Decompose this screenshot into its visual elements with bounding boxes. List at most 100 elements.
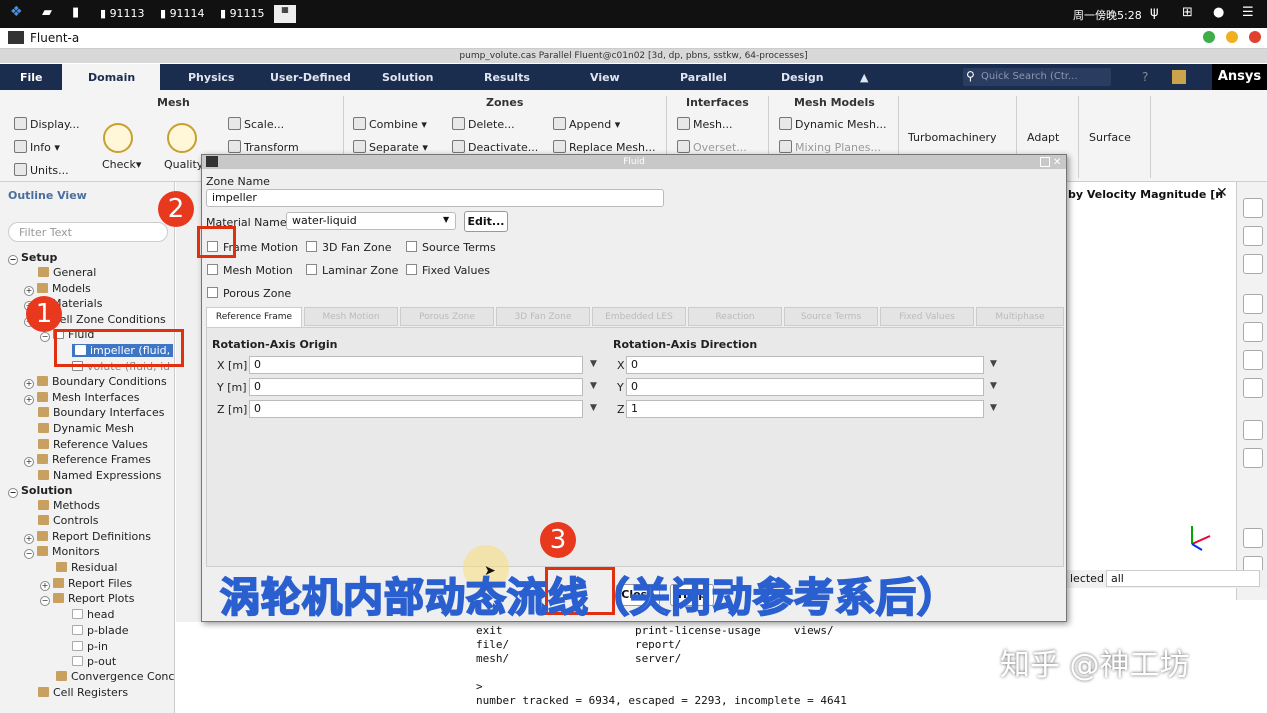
- tab-porous-zone[interactable]: Porous Zone: [400, 307, 494, 326]
- chevron-down-icon[interactable]: ▼: [590, 381, 600, 391]
- deactivate-button[interactable]: Deactivate...: [452, 140, 538, 154]
- tree-item-monitors[interactable]: − Monitors: [24, 545, 100, 559]
- laminar-zone-checkbox[interactable]: Laminar Zone: [306, 264, 398, 277]
- dynamic-mesh-button[interactable]: Dynamic Mesh...: [779, 117, 886, 131]
- tab-fixed-values[interactable]: Fixed Values: [880, 307, 974, 326]
- tree-item-p-in[interactable]: p-in: [72, 640, 108, 653]
- separate-button[interactable]: Separate ▾: [353, 140, 428, 154]
- tree-item-cell-registers[interactable]: Cell Registers: [38, 686, 128, 699]
- origin-z-input[interactable]: 0: [249, 400, 583, 418]
- tree-item-named-expressions[interactable]: Named Expressions: [38, 469, 161, 482]
- zone-name-input[interactable]: impeller: [206, 189, 664, 207]
- file-icon[interactable]: ▮: [72, 5, 79, 20]
- tab-design[interactable]: Design: [781, 71, 824, 84]
- tree-item-general[interactable]: General: [38, 266, 96, 279]
- tree-item-boundary-interfaces[interactable]: Boundary Interfaces: [38, 406, 164, 419]
- 3d-fan-zone-checkbox[interactable]: 3D Fan Zone: [306, 241, 392, 254]
- tab-physics[interactable]: Physics: [188, 71, 234, 84]
- selected-dropdown[interactable]: all: [1106, 570, 1260, 587]
- tree-item-boundary-conditions[interactable]: + Boundary Conditions: [24, 375, 167, 389]
- help-icon[interactable]: ?: [1142, 70, 1148, 84]
- combine-button[interactable]: Combine ▾: [353, 117, 427, 131]
- taskbar-item-2[interactable]: ▮ 91114: [160, 7, 205, 20]
- transform-button[interactable]: Transform: [228, 140, 299, 154]
- chevron-down-icon[interactable]: ▼: [990, 403, 1000, 413]
- delete-button[interactable]: Delete...: [452, 117, 515, 131]
- chevron-down-icon[interactable]: ▼: [590, 359, 600, 369]
- minimize-button[interactable]: [1203, 31, 1215, 43]
- start-menu-icon[interactable]: ❖: [10, 4, 23, 20]
- origin-x-input[interactable]: 0: [249, 356, 583, 374]
- close-window-button[interactable]: [1249, 31, 1261, 43]
- tree-item-report-plots[interactable]: − Report Plots: [40, 592, 134, 606]
- axes-icon[interactable]: [1243, 420, 1263, 440]
- tab-parallel[interactable]: Parallel: [680, 71, 727, 84]
- page-icon[interactable]: [1243, 528, 1263, 548]
- tab-results[interactable]: Results: [484, 71, 530, 84]
- edit-material-button[interactable]: Edit...: [464, 211, 508, 232]
- view-side-icon[interactable]: [1243, 226, 1263, 246]
- origin-y-input[interactable]: 0: [249, 378, 583, 396]
- tab-user-defined[interactable]: User-Defined: [270, 71, 351, 84]
- apps-grid-icon[interactable]: ⊞: [1182, 5, 1193, 20]
- tab-reaction[interactable]: Reaction: [688, 307, 782, 326]
- direction-y-input[interactable]: 0: [626, 378, 984, 396]
- tab-embedded-les[interactable]: Embedded LES: [592, 307, 686, 326]
- turbomachinery-group[interactable]: Turbomachinery: [908, 131, 997, 144]
- tree-item-solution[interactable]: − Solution: [8, 484, 73, 498]
- network-icon[interactable]: ψ: [1150, 5, 1159, 20]
- append-button[interactable]: Append ▾: [553, 117, 620, 131]
- direction-z-input[interactable]: 1: [626, 400, 984, 418]
- info-button[interactable]: Info ▾: [14, 140, 60, 154]
- tree-item-report-files[interactable]: + Report Files: [40, 577, 132, 591]
- undo-view-icon[interactable]: [1243, 378, 1263, 398]
- scale-button[interactable]: Scale...: [228, 117, 284, 131]
- tab-reference-frame[interactable]: Reference Frame: [206, 307, 302, 327]
- copy-view-icon[interactable]: [1243, 350, 1263, 370]
- direction-x-input[interactable]: 0: [626, 356, 984, 374]
- overset-button[interactable]: Overset...: [677, 140, 747, 154]
- material-dropdown[interactable]: water-liquid ▼: [286, 212, 456, 230]
- display-button[interactable]: Display...: [14, 117, 79, 131]
- check-button[interactable]: Check▾: [102, 158, 141, 171]
- tab-file[interactable]: File: [20, 71, 43, 84]
- fixed-values-checkbox[interactable]: Fixed Values: [406, 264, 490, 277]
- dialog-maximize-button[interactable]: [1040, 157, 1050, 167]
- tree-item-reference-values[interactable]: Reference Values: [38, 438, 148, 451]
- tree-item-report-definitions[interactable]: + Report Definitions: [24, 530, 151, 544]
- tree-item-models[interactable]: + Models: [24, 282, 91, 296]
- tree-item-residual[interactable]: Residual: [56, 561, 117, 574]
- interfaces-mesh-button[interactable]: Mesh...: [677, 117, 732, 131]
- notes-icon[interactable]: [1172, 70, 1186, 84]
- tab-multiphase[interactable]: Multiphase: [976, 307, 1064, 326]
- maximize-button[interactable]: [1226, 31, 1238, 43]
- chevron-down-icon[interactable]: ▼: [990, 381, 1000, 391]
- tab-mesh-motion[interactable]: Mesh Motion: [304, 307, 398, 326]
- tab-source-terms[interactable]: Source Terms: [784, 307, 878, 326]
- tree-item-methods[interactable]: Methods: [38, 499, 100, 512]
- chevron-down-icon[interactable]: ▼: [990, 359, 1000, 369]
- taskbar-item-1[interactable]: ▮ 91113: [100, 7, 145, 20]
- units-button[interactable]: Units...: [14, 163, 69, 177]
- surface-group[interactable]: Surface: [1089, 131, 1131, 144]
- tree-item-p-out[interactable]: p-out: [72, 655, 116, 668]
- tree-item-head[interactable]: head: [72, 608, 114, 621]
- tree-item-setup[interactable]: − Setup: [8, 251, 57, 265]
- chevron-down-icon[interactable]: ▼: [590, 403, 600, 413]
- dialog-title-bar[interactable]: Fluid ✕: [202, 155, 1066, 169]
- adapt-group[interactable]: Adapt: [1027, 131, 1059, 144]
- folder-icon[interactable]: ▰: [42, 5, 52, 20]
- filter-input[interactable]: Filter Text: [8, 222, 168, 242]
- mixing-planes-button[interactable]: Mixing Planes...: [779, 140, 881, 154]
- tree-item-dynamic-mesh[interactable]: Dynamic Mesh: [38, 422, 134, 435]
- view-front-icon[interactable]: [1243, 198, 1263, 218]
- tree-item-reference-frames[interactable]: + Reference Frames: [24, 453, 151, 467]
- quick-search[interactable]: ⚲ Quick Search (Ctr...: [963, 68, 1111, 86]
- tab-view[interactable]: View: [590, 71, 620, 84]
- quality-button[interactable]: Quality: [164, 158, 203, 171]
- tab-3d-fan-zone[interactable]: 3D Fan Zone: [496, 307, 590, 326]
- replace-mesh-button[interactable]: Replace Mesh...: [553, 140, 655, 154]
- tree-item-mesh-interfaces[interactable]: + Mesh Interfaces: [24, 391, 139, 405]
- eye-icon[interactable]: [1243, 294, 1263, 314]
- close-graphics-icon[interactable]: ✕: [1216, 185, 1228, 201]
